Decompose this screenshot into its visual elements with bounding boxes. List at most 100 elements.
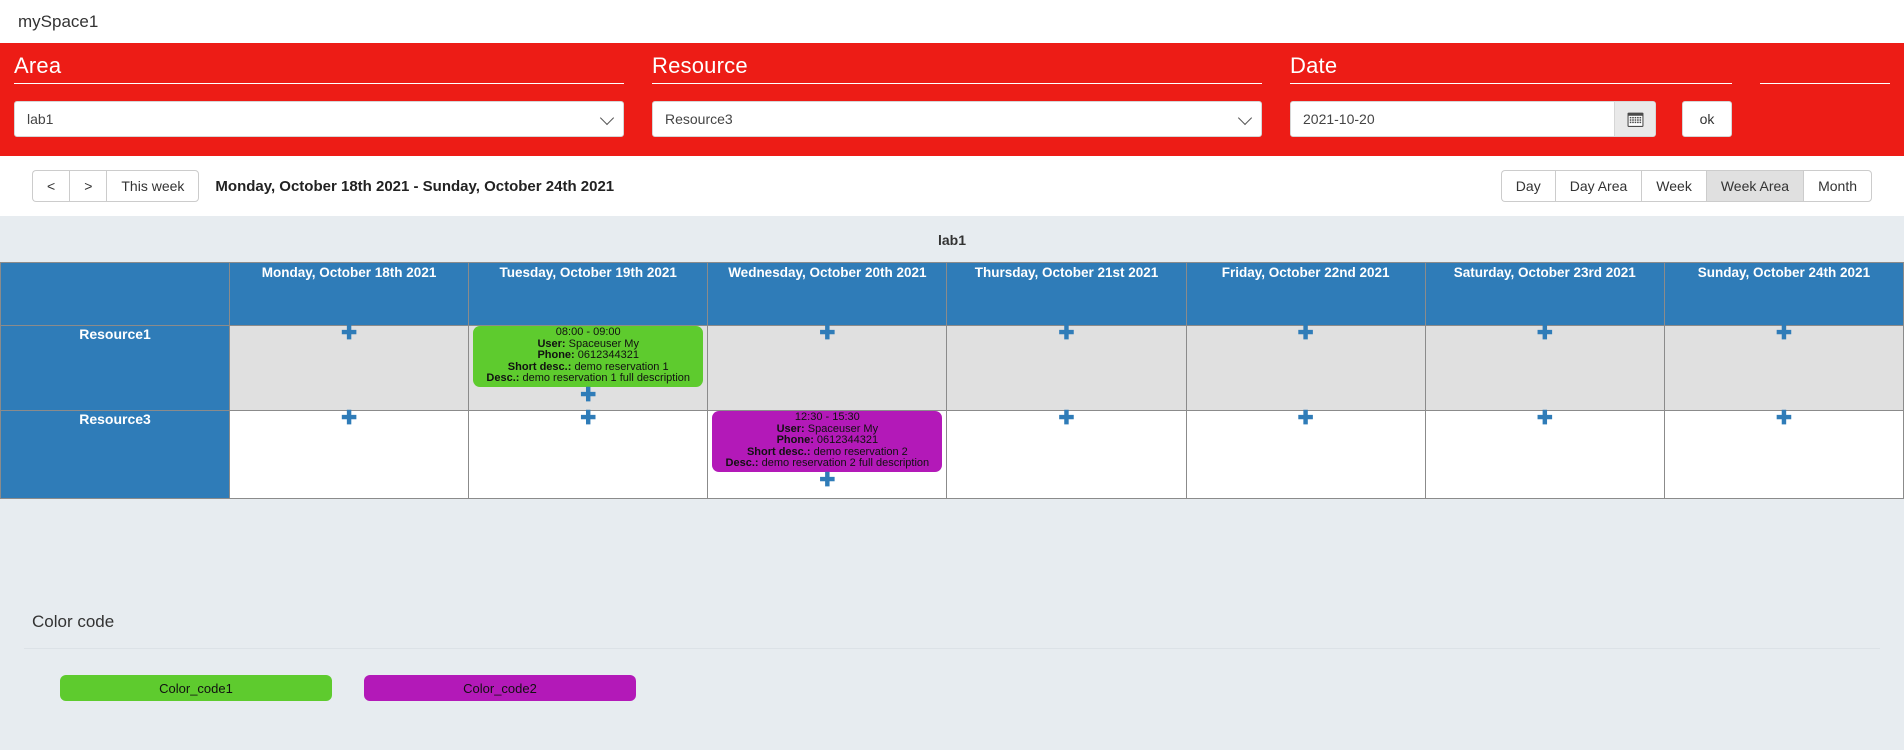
- calendar-slot-cell[interactable]: ✚: [1185, 324, 1426, 411]
- reservation-block[interactable]: 08:00 - 09:00 User: Spaceuser My Phone: 06…: [473, 326, 704, 387]
- reservation-desc: demo reservation 1 full description: [522, 372, 691, 384]
- next-period-button[interactable]: >: [69, 170, 107, 202]
- resource-divider: [652, 83, 1262, 84]
- view-switcher: Day Day Area Week Week Area Month: [1500, 170, 1872, 202]
- extra-label: [1760, 51, 1890, 81]
- reservation-short-desc-label: Short desc.:: [507, 360, 572, 373]
- reservation-phone: 0612344321: [816, 434, 879, 446]
- calendar-slot-cell[interactable]: ✚: [228, 324, 470, 411]
- view-button-day[interactable]: Day: [1500, 170, 1555, 202]
- reservation-user-label: User:: [776, 422, 805, 435]
- calendar-nav-bar: < > This week Monday, October 18th 2021 …: [0, 156, 1904, 216]
- calendar-slot-cell[interactable]: ✚: [1424, 409, 1665, 499]
- reservation-time: 08:00 - 09:00: [555, 326, 621, 338]
- day-header-cell: Friday, October 22nd 2021: [1185, 262, 1426, 326]
- calendar-container: lab1 Monday, October 18th 2021 Tuesday, O…: [0, 216, 1904, 586]
- plus-icon[interactable]: ✚: [1537, 324, 1553, 343]
- resource-row: Resource1 ✚ 08:00 - 09:00 User: Spaceuser M…: [0, 324, 1904, 411]
- prev-period-button[interactable]: <: [32, 170, 70, 202]
- view-button-month[interactable]: Month: [1803, 170, 1872, 202]
- calendar-slot-cell[interactable]: ✚: [946, 409, 1187, 499]
- calendar-slot-cell[interactable]: ✚: [946, 324, 1187, 411]
- reservation-phone-label: Phone:: [537, 349, 575, 361]
- area-select[interactable]: lab1: [14, 101, 624, 137]
- reservation-desc-label: Desc.:: [486, 372, 520, 384]
- day-header-cell: Thursday, October 21st 2021: [946, 262, 1187, 326]
- calendar-header-row: Monday, October 18th 2021 Tuesday, Octobe…: [0, 262, 1904, 326]
- reservation-block[interactable]: 12:30 - 15:30 User: Spaceuser My Phone: 06…: [712, 411, 943, 472]
- area-divider: [14, 83, 624, 84]
- calendar-slot-cell[interactable]: ✚: [1185, 409, 1426, 499]
- legend-chip-label: Color_code1: [159, 680, 233, 696]
- reservation-time: 12:30 - 15:30: [794, 411, 860, 423]
- period-nav-group: < > This week: [32, 170, 200, 202]
- this-week-button[interactable]: This week: [106, 170, 200, 202]
- plus-icon[interactable]: ✚: [580, 386, 596, 405]
- calendar-slot-cell[interactable]: ✚: [1424, 324, 1665, 411]
- legend-chip: Color_code2: [364, 675, 636, 701]
- legend-chip: Color_code1: [60, 675, 332, 701]
- day-header-cell: Tuesday, October 19th 2021: [468, 262, 709, 326]
- view-button-week[interactable]: Week: [1641, 170, 1706, 202]
- filter-group-area: Area lab1: [0, 43, 638, 137]
- legend-chip-label: Color_code2: [463, 680, 537, 696]
- week-area-grid: Monday, October 18th 2021 Tuesday, Octobe…: [0, 262, 1904, 499]
- date-input[interactable]: [1291, 102, 1614, 136]
- plus-icon[interactable]: ✚: [341, 409, 357, 428]
- ok-button[interactable]: ok: [1682, 101, 1732, 137]
- plus-icon[interactable]: ✚: [1776, 324, 1792, 343]
- reservation-desc-label: Desc.:: [725, 457, 759, 469]
- calendar-picker-button[interactable]: [1614, 102, 1655, 136]
- filter-group-date: Date 2021-10-20 ok: [1276, 43, 1746, 137]
- day-header-cell: Sunday, October 24th 2021: [1663, 262, 1904, 326]
- view-button-day-area[interactable]: Day Area: [1554, 170, 1642, 202]
- plus-icon[interactable]: ✚: [1776, 409, 1792, 428]
- date-label: Date: [1290, 53, 1338, 78]
- day-header-cell: Monday, October 18th 2021: [228, 262, 470, 326]
- reservation-phone-label: Phone:: [776, 434, 814, 446]
- calendar-area-caption: lab1: [937, 232, 966, 248]
- legend-divider: [24, 648, 1880, 649]
- reservation-desc: demo reservation 2 full description: [761, 457, 930, 469]
- plus-icon[interactable]: ✚: [341, 324, 357, 343]
- reservation-user-label: User:: [537, 337, 566, 350]
- resource-label: Resource: [652, 53, 748, 78]
- plus-icon[interactable]: ✚: [1537, 409, 1553, 428]
- app-title: mySpace1: [18, 11, 99, 31]
- reservation-short-desc: demo reservation 1: [574, 360, 669, 373]
- calendar-slot-cell[interactable]: 08:00 - 09:00 User: Spaceuser My Phone: 06…: [468, 325, 709, 411]
- calendar-slot-cell[interactable]: ✚: [707, 324, 948, 411]
- calendar-slot-cell[interactable]: 12:30 - 15:30 User: Spaceuser My Phone: 06…: [707, 410, 948, 499]
- area-select-value: lab1: [27, 111, 54, 127]
- reservation-phone: 0612344321: [577, 349, 639, 361]
- plus-icon[interactable]: ✚: [819, 471, 835, 490]
- resource-select[interactable]: Resource3: [652, 101, 1262, 137]
- date-input-wrap: [1290, 101, 1656, 137]
- plus-icon[interactable]: ✚: [1298, 409, 1314, 428]
- reservation-short-desc-label: Short desc.:: [746, 445, 811, 458]
- color-code-legend: Color code Color_code1 Color_code2: [0, 586, 1904, 750]
- resource-label-cell: Resource1: [0, 325, 230, 411]
- legend-item-list: Color_code1 Color_code2: [0, 675, 1904, 701]
- plus-icon[interactable]: ✚: [819, 324, 835, 343]
- plus-icon[interactable]: ✚: [1059, 324, 1075, 343]
- plus-icon[interactable]: ✚: [580, 409, 596, 428]
- chevron-down-icon: [599, 110, 615, 126]
- plus-icon[interactable]: ✚: [1059, 409, 1075, 428]
- date-divider: [1290, 83, 1732, 84]
- calendar-slot-cell[interactable]: ✚: [468, 409, 709, 499]
- reservation-user: Spaceuser My: [807, 422, 879, 435]
- calendar-slot-cell[interactable]: ✚: [1663, 409, 1904, 499]
- calendar-slot-cell[interactable]: ✚: [228, 409, 470, 499]
- filter-group-extra: [1746, 43, 1904, 101]
- plus-icon[interactable]: ✚: [1298, 324, 1314, 343]
- resource-label-cell: Resource3: [0, 410, 230, 499]
- view-button-week-area[interactable]: Week Area: [1705, 170, 1804, 202]
- day-header-cell: Saturday, October 23rd 2021: [1424, 262, 1665, 326]
- calendar-slot-cell[interactable]: ✚: [1663, 324, 1904, 411]
- filter-bar: Area lab1 Resource Resource3 Date 2021-1…: [0, 43, 1904, 156]
- reservation-short-desc: demo reservation 2: [813, 445, 908, 458]
- date-range-title: Monday, October 18th 2021 - Sunday, Octo…: [215, 177, 615, 195]
- area-label: Area: [14, 53, 62, 78]
- extra-divider: [1760, 83, 1890, 84]
